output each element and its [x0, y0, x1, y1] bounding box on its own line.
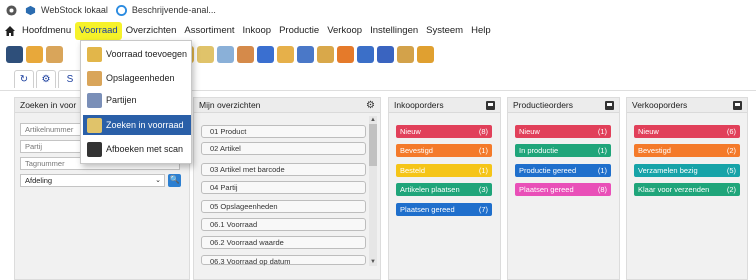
- status-badge[interactable]: Bevestigd (2): [634, 144, 740, 157]
- status-badge[interactable]: Productie gereed (1): [515, 164, 611, 177]
- gear-icon[interactable]: ⚙: [36, 70, 56, 88]
- inkooporders-title: Inkooporders: [394, 100, 444, 110]
- toolbar-user-icon[interactable]: [417, 45, 434, 63]
- menu-item-afboeken-met-scan[interactable]: Afboeken met scan: [83, 139, 191, 159]
- menu-productie[interactable]: Productie: [275, 22, 323, 40]
- toolbar-box-icon[interactable]: [46, 45, 63, 63]
- menu-inkoop[interactable]: Inkoop: [239, 22, 276, 40]
- chevron-down-icon: ⌄: [155, 177, 161, 184]
- search-button[interactable]: 🔍: [168, 174, 181, 187]
- overview-item[interactable]: 04 Partij: [201, 181, 366, 194]
- menu-item-zoeken-in-voorraad[interactable]: Zoeken in voorraad: [83, 115, 191, 135]
- toolbar-delivery-icon[interactable]: [377, 45, 394, 63]
- status-badge[interactable]: Klaar voor verzenden (2): [634, 183, 740, 196]
- toolbar-sale-icon[interactable]: [337, 45, 354, 63]
- toolbar-blue-cart-icon[interactable]: [257, 45, 274, 63]
- inkooporders-panel: Inkooporders Nieuw (8) Bevestigd (1) Beste…: [388, 97, 501, 280]
- home-icon[interactable]: [4, 25, 16, 37]
- overviews-scrollbar[interactable]: ▲ ▼: [369, 116, 377, 266]
- toolbar-search-stock-icon[interactable]: [197, 45, 214, 63]
- menu-instellingen[interactable]: Instellingen: [366, 22, 422, 40]
- scroll-up-icon[interactable]: ▲: [369, 116, 377, 124]
- status-badge[interactable]: In productie (1): [515, 144, 611, 157]
- toolbar-production-icon[interactable]: [317, 45, 334, 63]
- menu-assortiment[interactable]: Assortiment: [180, 22, 238, 40]
- overview-item[interactable]: 03 Artikel met barcode: [201, 163, 366, 176]
- productieorders-title: Productieorders: [513, 100, 574, 110]
- bookmark-label: WebStock lokaal: [41, 5, 108, 15]
- tab-s[interactable]: S: [58, 70, 82, 88]
- productieorders-header: Productieorders: [508, 98, 619, 113]
- storage-units-icon: [87, 70, 102, 86]
- overviews-gear-icon[interactable]: ⚙: [366, 100, 375, 111]
- overviews-panel-header: Mijn overzichten ⚙: [194, 98, 380, 113]
- overview-item[interactable]: 06.2 Voorraad waarde: [201, 236, 366, 249]
- menu-item-partijen[interactable]: Partijen: [83, 90, 191, 110]
- overview-item[interactable]: 06.3 Voorraad op datum: [201, 255, 366, 266]
- scroll-down-icon[interactable]: ▼: [369, 258, 377, 266]
- bookmark-webstock[interactable]: WebStock lokaal: [25, 5, 108, 16]
- inkooporders-window-icon[interactable]: [486, 100, 495, 110]
- toolbar-order-list-icon[interactable]: [297, 45, 314, 63]
- status-badge[interactable]: Plaatsen gereed (7): [396, 203, 492, 216]
- status-badge[interactable]: Nieuw (1): [515, 125, 611, 138]
- toolbar-folder-icon[interactable]: [26, 45, 43, 63]
- menu-help[interactable]: Help: [467, 22, 495, 40]
- scanner-icon: [87, 141, 102, 157]
- toolbar-tools-icon[interactable]: [237, 45, 254, 63]
- overviews-panel: Mijn overzichten ⚙ 01 Product 02 Artikel…: [193, 97, 381, 280]
- toolbar-add-order-icon[interactable]: [277, 45, 294, 63]
- menu-item-opslageenheden[interactable]: Opslageenheden: [83, 68, 191, 88]
- verkooporders-title: Verkooporders: [632, 100, 688, 110]
- status-badge[interactable]: Verzamelen bezig (5): [634, 164, 740, 177]
- overview-item[interactable]: 02 Artikel: [201, 142, 366, 155]
- verkooporders-window-icon[interactable]: [733, 100, 742, 110]
- cube-icon: [25, 5, 36, 15]
- main-menu-bar: Hoofdmenu Voorraad Overzichten Assortime…: [0, 22, 756, 40]
- search-panel-title: Zoeken in voor: [20, 100, 77, 110]
- toolbar-scanner-icon[interactable]: [6, 45, 23, 63]
- status-badge[interactable]: Nieuw (6): [634, 125, 740, 138]
- status-badge[interactable]: Besteld (1): [396, 164, 492, 177]
- productieorders-panel: Productieorders Nieuw (1) In productie (1)…: [507, 97, 620, 280]
- status-badge[interactable]: Artikelen plaatsen (3): [396, 183, 492, 196]
- status-badge[interactable]: Plaatsen gereed (8): [515, 183, 611, 196]
- batches-icon: [87, 92, 102, 108]
- tab-bar: ↻ ⚙ S: [14, 70, 82, 90]
- afdeling-select[interactable]: Afdeling ⌄: [20, 174, 165, 187]
- toolbar-invoice-icon[interactable]: [397, 45, 414, 63]
- status-badge[interactable]: Nieuw (8): [396, 125, 492, 138]
- chrome-icon: [6, 4, 17, 16]
- overview-item[interactable]: 05 Opslageenheden: [201, 200, 366, 213]
- toolbar-magnify-icon[interactable]: [217, 45, 234, 63]
- search-stock-icon: [87, 117, 102, 133]
- afdeling-select-value: Afdeling: [25, 176, 53, 185]
- inkooporders-header: Inkooporders: [389, 98, 500, 113]
- menu-item-voorraad-toevoegen[interactable]: Voorraad toevoegen: [83, 44, 191, 64]
- add-stock-icon: [87, 46, 102, 62]
- menu-systeem[interactable]: Systeem: [422, 22, 467, 40]
- bookmark-label: Beschrijvende-anal...: [131, 5, 216, 15]
- bookmarks-bar: WebStock lokaal Beschrijvende-anal...: [0, 0, 756, 20]
- menu-hoofdmenu[interactable]: Hoofdmenu: [18, 22, 75, 40]
- overviews-panel-title: Mijn overzichten: [199, 100, 261, 110]
- verkooporders-header: Verkooporders: [627, 98, 747, 113]
- circle-icon: [115, 4, 127, 16]
- overview-item[interactable]: 01 Product: [201, 125, 366, 138]
- toolbar-ship-icon[interactable]: [357, 45, 374, 63]
- menu-voorraad[interactable]: Voorraad: [75, 22, 122, 40]
- menu-verkoop[interactable]: Verkoop: [323, 22, 366, 40]
- menu-overzichten[interactable]: Overzichten: [122, 22, 181, 40]
- voorraad-dropdown-menu: Voorraad toevoegen Opslageenheden Partij…: [80, 40, 192, 164]
- productieorders-window-icon[interactable]: [605, 100, 614, 110]
- refresh-icon[interactable]: ↻: [14, 70, 34, 88]
- verkooporders-panel: Verkooporders Nieuw (6) Bevestigd (2) Verz…: [626, 97, 748, 280]
- bookmark-apps[interactable]: [6, 4, 17, 16]
- bookmark-beschrijvende[interactable]: Beschrijvende-anal...: [115, 4, 216, 16]
- scrollbar-thumb[interactable]: [369, 124, 377, 166]
- overview-item[interactable]: 06.1 Voorraad: [201, 218, 366, 231]
- status-badge[interactable]: Bevestigd (1): [396, 144, 492, 157]
